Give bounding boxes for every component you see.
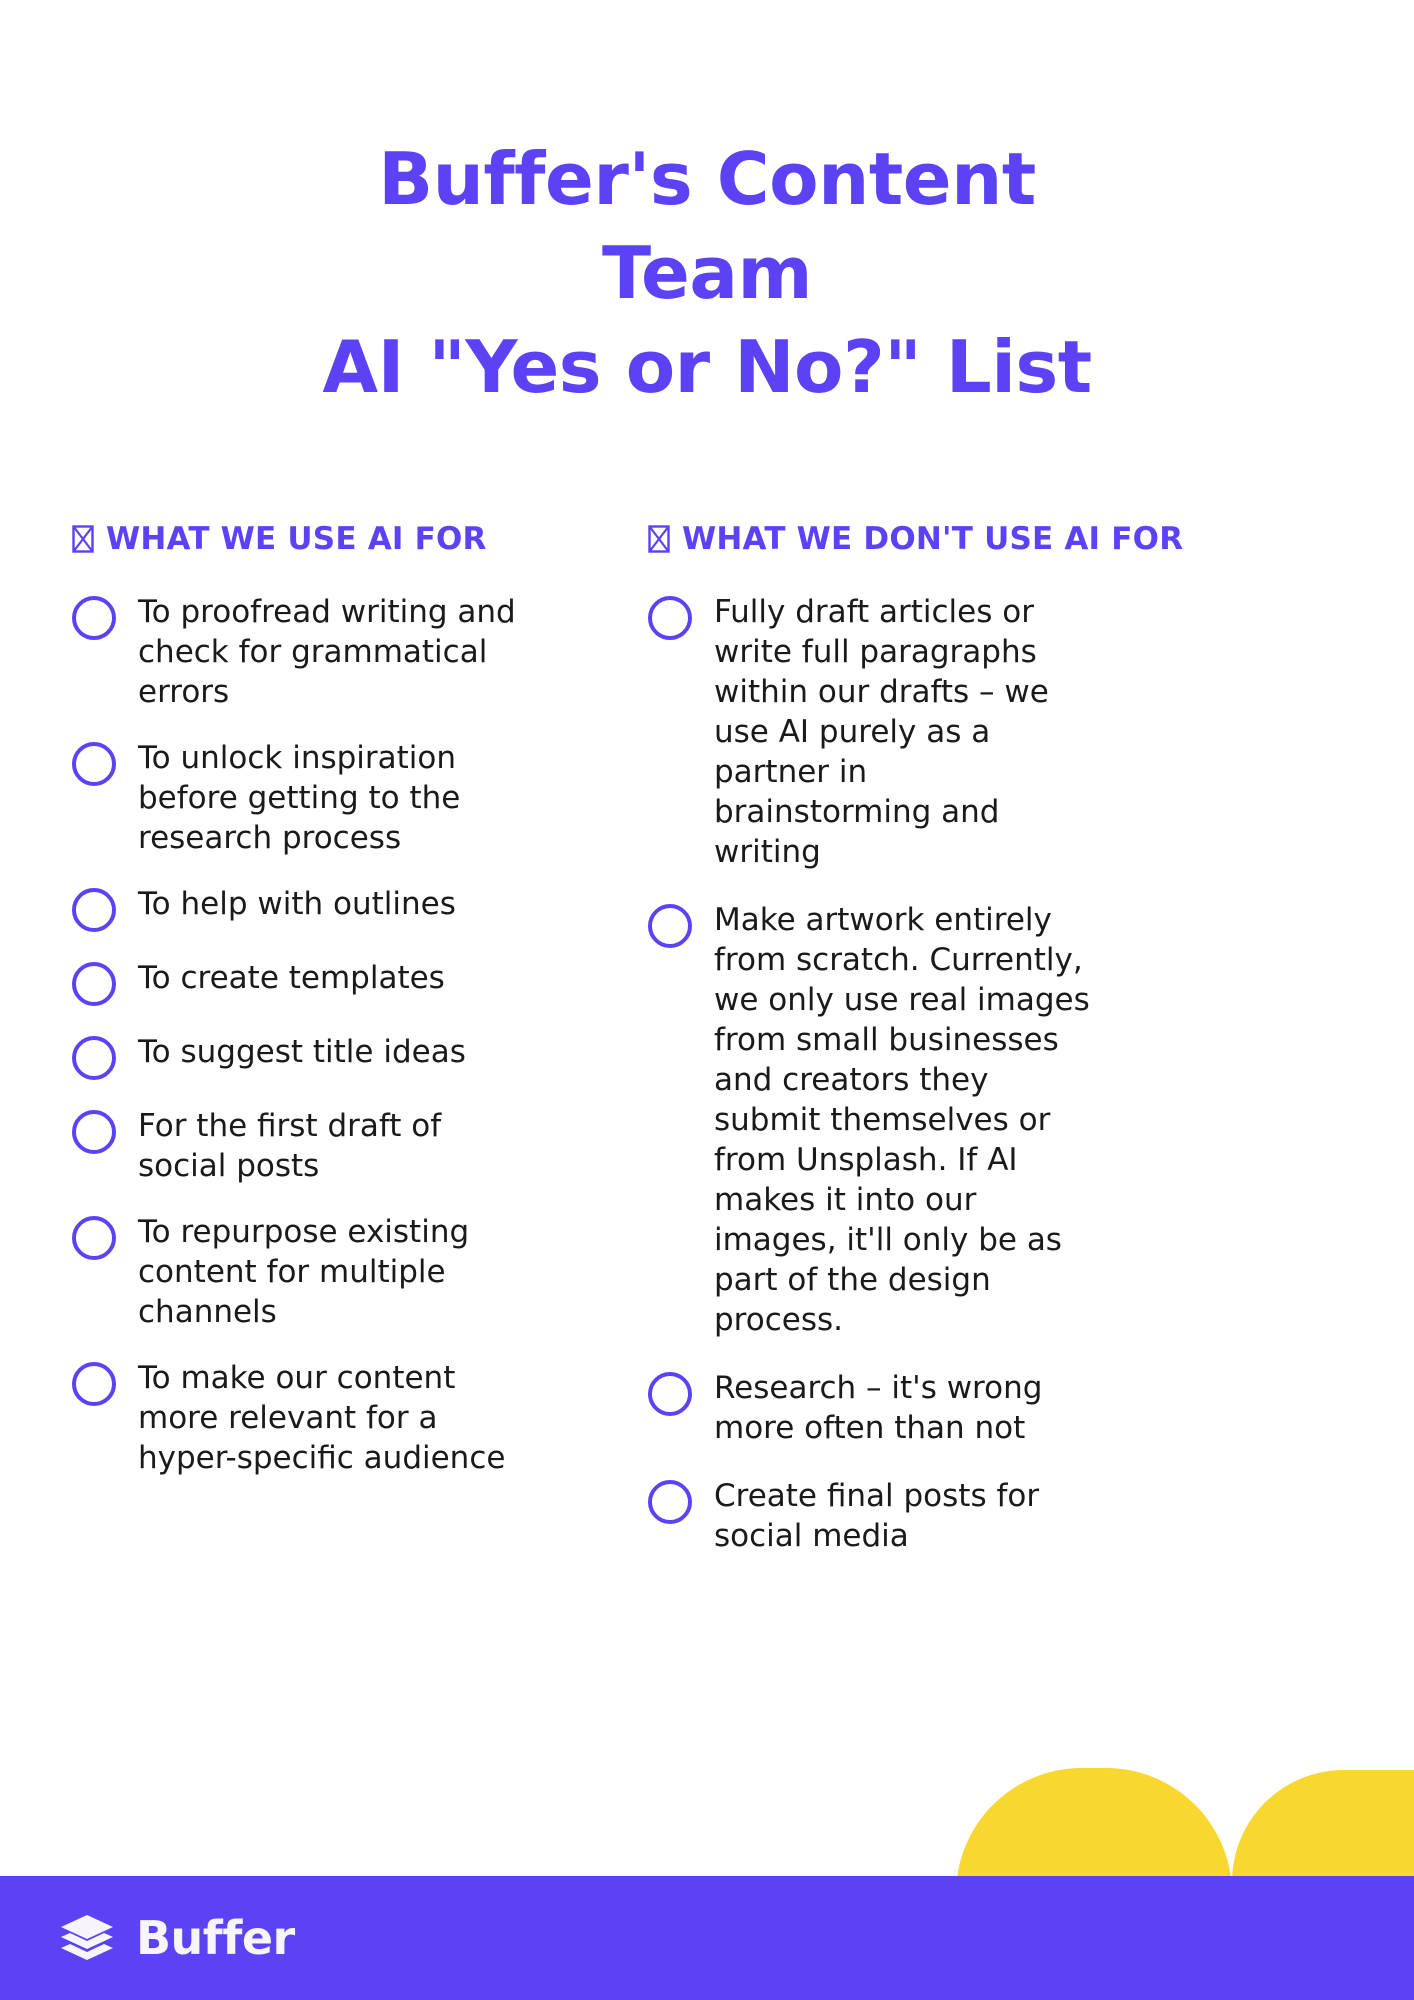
circle-bullet-icon: [648, 904, 692, 948]
title-line-3: AI "Yes or No?" List: [322, 325, 1092, 409]
column-heading-label: WHAT WE USE AI FOR: [106, 521, 487, 557]
tofu-box-icon: [648, 525, 670, 553]
column-heading-label: WHAT WE DON'T USE AI FOR: [682, 521, 1184, 557]
list-item-text: Make artwork entirely from scratch. Curr…: [714, 902, 1090, 1338]
list-item: To suggest title ideas: [72, 1032, 640, 1080]
column-use-ai-for: WHAT WE USE AI FOR To proofread writing …: [0, 520, 640, 1504]
list-use-ai-for: To proofread writing and check for gramm…: [72, 592, 640, 1478]
brand-name-label: Buffer: [136, 1911, 295, 1965]
list-item: Create final posts for social media: [648, 1476, 1360, 1556]
page-title: Buffer's Content Team AI "Yes or No?" Li…: [0, 132, 1414, 414]
list-item-text: Create final posts for social media: [714, 1478, 1040, 1554]
columns-container: WHAT WE USE AI FOR To proofread writing …: [0, 520, 1414, 1584]
column-dont-use-ai-for: WHAT WE DON'T USE AI FOR Fully draft art…: [640, 520, 1360, 1584]
column-header-use-ai-for: WHAT WE USE AI FOR: [72, 520, 640, 558]
list-item: To repurpose existing content for multip…: [72, 1212, 640, 1332]
buffer-layers-logo-icon: [58, 1907, 116, 1969]
footer-bar: Buffer: [0, 1876, 1414, 2000]
list-item: To make our content more relevant for a …: [72, 1358, 640, 1478]
list-item-text: Research – it's wrong more often than no…: [714, 1370, 1043, 1446]
title-line-1: Buffer's Content: [378, 137, 1036, 221]
list-item: Research – it's wrong more often than no…: [648, 1368, 1360, 1448]
infographic-page: Buffer's Content Team AI "Yes or No?" Li…: [0, 0, 1414, 2000]
list-item: To help with outlines: [72, 884, 640, 932]
list-item: To proofread writing and check for gramm…: [72, 592, 640, 712]
list-item-text: For the first draft of social posts: [138, 1108, 442, 1184]
circle-bullet-icon: [648, 596, 692, 640]
circle-bullet-icon: [72, 1036, 116, 1080]
circle-bullet-icon: [648, 1480, 692, 1524]
list-item-text: To proofread writing and check for gramm…: [138, 594, 516, 710]
column-header-dont-use-ai-for: WHAT WE DON'T USE AI FOR: [648, 520, 1360, 558]
list-item: Make artwork entirely from scratch. Curr…: [648, 900, 1360, 1340]
list-item-text: To repurpose existing content for multip…: [138, 1214, 470, 1330]
circle-bullet-icon: [72, 1216, 116, 1260]
tofu-box-icon: [72, 525, 94, 553]
circle-bullet-icon: [72, 888, 116, 932]
circle-bullet-icon: [648, 1372, 692, 1416]
list-dont-use-ai-for: Fully draft articles or write full parag…: [648, 592, 1360, 1556]
circle-bullet-icon: [72, 1110, 116, 1154]
list-item: For the first draft of social posts: [72, 1106, 640, 1186]
list-item-text: To make our content more relevant for a …: [138, 1360, 506, 1476]
list-item: Fully draft articles or write full parag…: [648, 592, 1360, 872]
circle-bullet-icon: [72, 962, 116, 1006]
circle-bullet-icon: [72, 742, 116, 786]
circle-bullet-icon: [72, 596, 116, 640]
list-item-text: To create templates: [138, 960, 445, 996]
list-item: To unlock inspiration before getting to …: [72, 738, 640, 858]
list-item-text: To unlock inspiration before getting to …: [138, 740, 461, 856]
list-item-text: Fully draft articles or write full parag…: [714, 594, 1049, 870]
list-item-text: To suggest title ideas: [138, 1034, 466, 1070]
circle-bullet-icon: [72, 1362, 116, 1406]
list-item-text: To help with outlines: [138, 886, 456, 922]
title-line-2: Team: [602, 231, 813, 315]
list-item: To create templates: [72, 958, 640, 1006]
